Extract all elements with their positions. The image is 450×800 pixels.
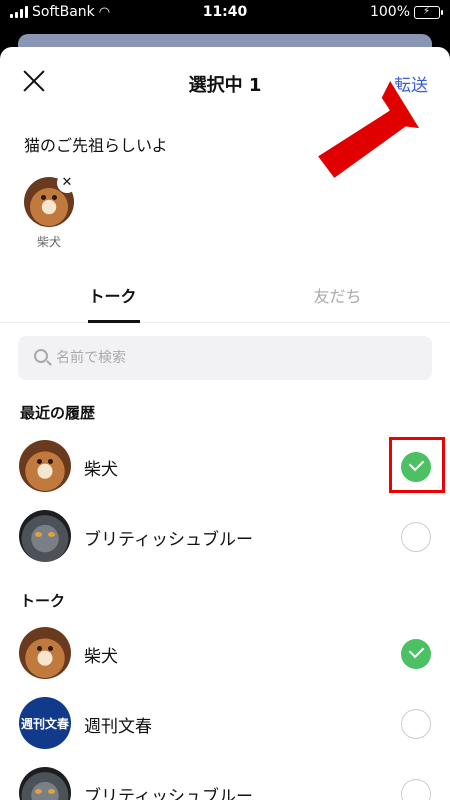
selected-chip[interactable]: ✕ 柴犬: [24, 173, 77, 250]
list-item[interactable]: 週刊文春 週刊文春: [0, 688, 450, 758]
battery-icon: ⚡: [414, 5, 443, 19]
contact-name: 柴犬: [84, 647, 118, 667]
list-item[interactable]: 柴犬: [0, 431, 450, 501]
tab-friends[interactable]: 友だち: [225, 283, 450, 307]
contact-name: ブリティッシュブルー: [84, 530, 253, 550]
search-box: [18, 336, 432, 380]
annotation-arrow-icon: [314, 78, 424, 182]
checkbox[interactable]: [401, 709, 431, 739]
tab-active-indicator: [88, 320, 140, 323]
section-title-talk: トーク: [20, 592, 66, 610]
list-item[interactable]: 柴犬: [0, 618, 450, 688]
battery-percent: 100%: [369, 4, 410, 20]
contact-name: ブリティッシュブルー: [84, 787, 253, 800]
checkbox[interactable]: [401, 522, 431, 552]
avatar: [19, 510, 71, 562]
avatar: [19, 440, 71, 492]
avatar: [19, 627, 71, 679]
selected-chip-label: 柴犬: [36, 235, 61, 249]
list-item[interactable]: ブリティッシュブルー: [0, 501, 450, 571]
avatar: 週刊文春: [19, 697, 71, 749]
tab-bar: トーク 友だち: [0, 267, 450, 323]
search-input[interactable]: [56, 336, 416, 380]
tab-talk[interactable]: トーク: [0, 283, 225, 307]
list-item[interactable]: ブリティッシュブルー: [0, 758, 450, 800]
message-preview: 猫のご先祖らしいよ: [24, 136, 168, 155]
contact-name: 柴犬: [84, 460, 118, 480]
contact-name: 週刊文春: [84, 717, 152, 737]
search-icon: [34, 349, 48, 363]
checkbox[interactable]: [401, 779, 431, 800]
annotation-highlight-box: [389, 437, 445, 493]
checkbox-checked[interactable]: [401, 639, 431, 669]
remove-icon[interactable]: ✕: [57, 173, 77, 193]
section-title-recent: 最近の履歴: [20, 404, 96, 422]
avatar: [19, 767, 71, 800]
status-bar: SoftBank ◠ 11:40 100% ⚡: [0, 0, 450, 26]
battery-info: 100% ⚡: [369, 4, 443, 20]
